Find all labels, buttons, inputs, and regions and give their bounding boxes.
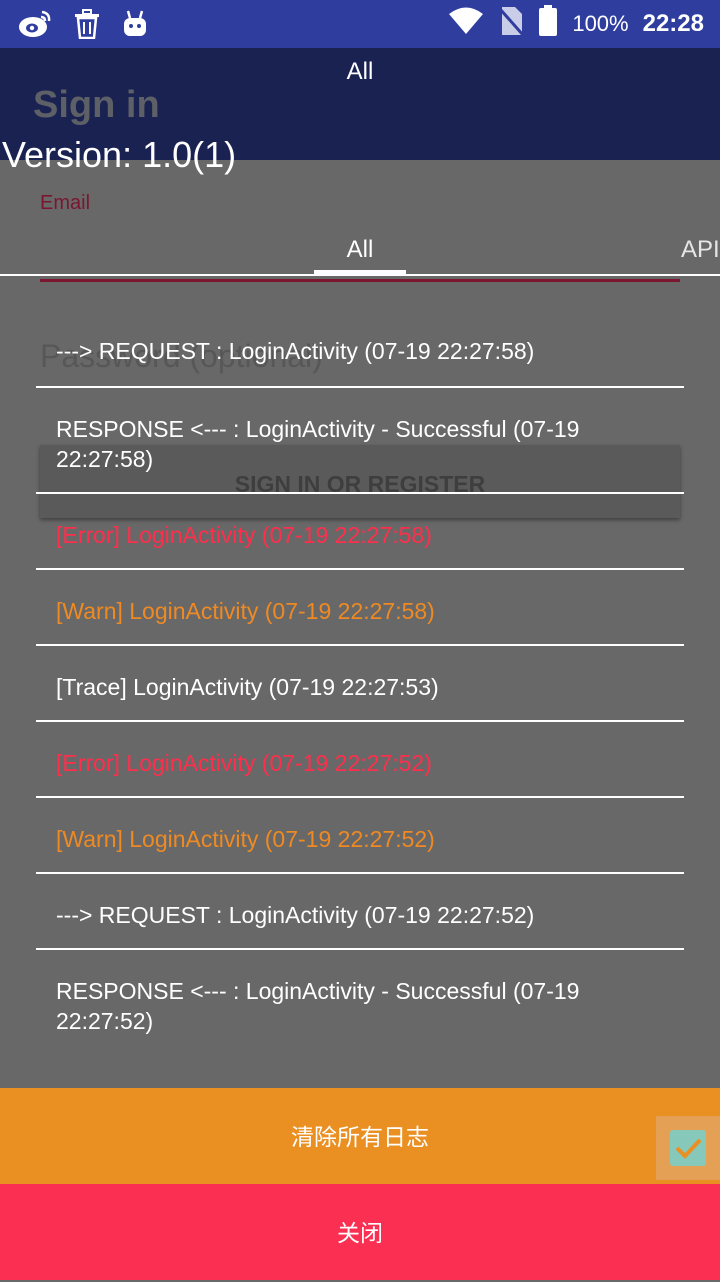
log-text: [Warn] LoginActivity (07-19 22:27:58)	[56, 598, 435, 624]
log-text: ---> REQUEST : LoginActivity (07-19 22:2…	[56, 902, 535, 928]
wifi-icon	[448, 7, 484, 41]
clock: 22:28	[642, 10, 704, 37]
log-text: [Trace] LoginActivity (07-19 22:27:53)	[56, 674, 439, 700]
sign-in-title: Sign in	[33, 84, 160, 126]
email-field-underline	[40, 279, 680, 282]
log-tabs: All API	[0, 222, 720, 276]
log-item[interactable]: [Warn] LoginActivity (07-19 22:27:58)	[36, 570, 684, 646]
log-item[interactable]: [Error] LoginActivity (07-19 22:27:58)	[36, 494, 684, 570]
email-label: Email	[40, 192, 91, 214]
log-text: [Error] LoginActivity (07-19 22:27:52)	[56, 750, 432, 776]
log-text: RESPONSE <--- : LoginActivity - Successf…	[56, 416, 580, 472]
log-text: RESPONSE <--- : LoginActivity - Successf…	[56, 978, 580, 1034]
check-icon	[670, 1130, 706, 1166]
close-button[interactable]: 关闭	[0, 1184, 720, 1280]
tabs-divider	[0, 274, 720, 276]
log-text: [Warn] LoginActivity (07-19 22:27:52)	[56, 826, 435, 852]
weibo-icon	[18, 9, 52, 44]
android-icon	[122, 10, 148, 43]
clear-all-logs-button[interactable]: 清除所有日志	[0, 1088, 720, 1184]
status-bar: 100% 22:28	[0, 0, 720, 48]
checkbox-toggle[interactable]	[656, 1116, 720, 1180]
version-label: Version: 1.0(1)	[2, 134, 237, 175]
trash-icon	[74, 9, 100, 44]
tab-api[interactable]: API	[681, 236, 720, 264]
log-item[interactable]: RESPONSE <--- : LoginActivity - Successf…	[36, 388, 684, 494]
tab-all[interactable]: All	[314, 236, 406, 264]
battery-icon	[538, 5, 558, 43]
battery-percent: 100%	[572, 11, 629, 36]
log-item[interactable]: [Warn] LoginActivity (07-19 22:27:52)	[36, 798, 684, 874]
app-bar-title: All	[346, 58, 374, 85]
log-item[interactable]: RESPONSE <--- : LoginActivity - Successf…	[36, 950, 684, 1050]
log-list[interactable]: ---> REQUEST : LoginActivity (07-19 22:2…	[36, 310, 684, 1050]
log-text: ---> REQUEST : LoginActivity (07-19 22:2…	[56, 338, 535, 364]
log-item[interactable]: [Trace] LoginActivity (07-19 22:27:53)	[36, 646, 684, 722]
log-item[interactable]: ---> REQUEST : LoginActivity (07-19 22:2…	[36, 874, 684, 950]
log-item[interactable]: [Error] LoginActivity (07-19 22:27:52)	[36, 722, 684, 798]
log-text: [Error] LoginActivity (07-19 22:27:58)	[56, 522, 432, 548]
no-sim-icon	[498, 5, 525, 43]
log-item[interactable]: ---> REQUEST : LoginActivity (07-19 22:2…	[36, 310, 684, 388]
